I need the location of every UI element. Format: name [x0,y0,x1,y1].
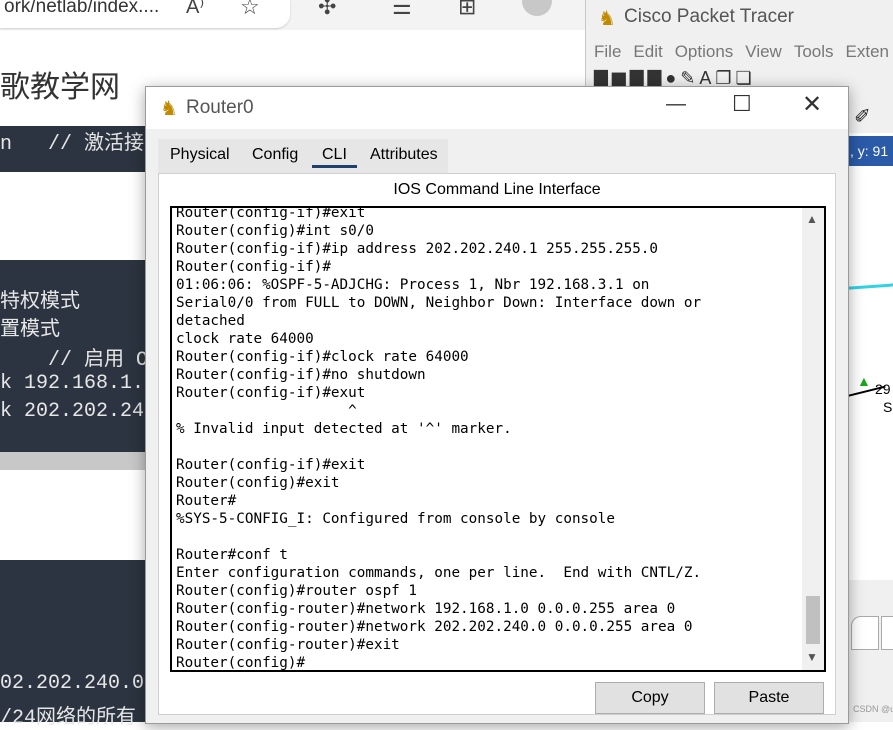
cli-line: Enter configuration commands, one per li… [176,565,702,581]
cli-line: clock rate 64000 [176,331,314,347]
menu-view[interactable]: View [745,42,782,61]
new-file-icon[interactable]: ▇ [594,68,612,88]
code-line: k 192.168.1. [0,372,145,395]
code-line: 02.202.240.0 [0,672,145,695]
cli-scrollbar[interactable]: ▲ ▼ [802,208,824,670]
topology-canvas[interactable]: ▲ 29 S [841,133,893,613]
window-title: Router0 [186,97,254,118]
code-line: 置模式 [0,319,60,342]
cli-line: % Invalid input detected at '^' marker. [176,421,512,437]
menu-bar: File Edit Options View Tools Exten [594,42,893,62]
open-folder-icon[interactable]: ▆ [612,68,630,88]
paste-button[interactable]: Paste [714,682,824,714]
tab-physical[interactable]: Physical [170,146,230,164]
menu-file[interactable]: File [594,42,621,61]
cli-line [176,528,792,546]
packet-tracer-logo-icon: ♞ [598,8,616,30]
cli-line: ^ [176,403,357,419]
scroll-down-icon[interactable]: ▼ [806,650,818,664]
scroll-up-icon[interactable]: ▲ [806,212,818,226]
cli-line: Router(config)# [176,655,306,671]
connection-type-icon[interactable] [851,616,879,650]
packet-tracer-logo-icon: ♞ [160,98,178,120]
cli-line: Router(config-if)#no shutdown [176,367,426,383]
code-line: k 202.202.24 [0,400,145,423]
panel-heading: IOS Command Line Interface [393,181,601,198]
code-line: // 启用 OS [0,349,161,372]
cli-line: Router(config)#router ospf 1 [176,583,418,599]
tab-config[interactable]: Config [252,146,298,164]
inspect-icon[interactable]: ✐ [854,104,871,129]
paste-icon[interactable]: ❏ [736,68,756,88]
coordinate-readout: , y: 91 [848,136,893,166]
menu-tools[interactable]: Tools [794,42,834,61]
site-title: 歌教学网 [0,71,120,104]
address-bar[interactable]: ork/netlab/index.... A⁾ ☆ [0,0,290,28]
favorites-icon[interactable]: ☰ [392,0,412,20]
cli-line: Router(config-if)#exit [176,206,366,221]
cli-line: Router# [176,493,237,509]
info-icon[interactable]: ● [665,68,680,88]
watermark: CSDN @une* [853,704,893,714]
profile-avatar[interactable] [522,0,552,16]
menu-extensions[interactable]: Exten [846,42,889,61]
minimize-icon[interactable]: — [666,93,686,116]
router0-titlebar[interactable]: ♞ Router0 — ☐ ✕ [146,87,848,129]
tab-bar: Physical Config CLI Attributes [158,139,448,173]
cli-line: Router(config-if)#clock rate 64000 [176,349,469,365]
cli-line: Router(config-router)#exit [176,637,400,653]
wizard-icon[interactable]: ✎ [680,68,699,88]
device-panel: CSDN @une* [849,580,893,722]
copy-icon[interactable]: ❐ [715,68,735,88]
cli-line: 01:06:06: %OSPF-5-ADJCHG: Process 1, Nbr… [176,277,650,293]
collections-icon[interactable]: ⊞ [458,0,476,20]
connection-type-icon[interactable] [881,616,893,650]
cli-line: detached [176,313,245,329]
code-line: /24网络的所有 [0,707,137,730]
cli-panel: IOS Command Line Interface Router(config… [158,173,836,715]
code-block-bottom: 02.202.240.0 /24网络的所有 [0,560,150,730]
cli-output[interactable]: Router(config-if)#exit Router(config)#int… [176,206,792,671]
print-icon[interactable]: ▇ [648,68,666,88]
tab-attributes[interactable]: Attributes [370,146,438,164]
device-label: 29 [875,381,891,397]
cli-line: %SYS-5-CONFIG_I: Configured from console… [176,511,615,527]
code-line: 特权模式 [0,291,80,314]
cli-line: Router(config-if)#ip address 202.202.240… [176,241,659,257]
horizontal-scrollbar[interactable] [0,452,150,470]
cli-line: Serial0/0 from FULL to DOWN, Neighbor Do… [176,295,702,311]
save-icon[interactable]: ▇ [630,68,648,88]
cli-line: Router(config)#int s0/0 [176,223,374,239]
menu-options[interactable]: Options [675,42,734,61]
close-icon[interactable]: ✕ [802,90,822,119]
link-status-icon: ▲ [857,373,871,389]
tab-cli[interactable]: CLI [312,146,357,168]
cable-line [848,283,893,290]
cli-line: Router#conf t [176,547,288,563]
cli-line: Router(config-if)#exut [176,385,366,401]
router0-window: ♞ Router0 — ☐ ✕ Physical Config CLI Attr… [145,86,849,724]
address-bar-text: ork/netlab/index.... [4,0,160,17]
cli-line: Router(config)#exit [176,475,340,491]
cli-line: Router(config-if)#exit [176,457,366,473]
add-favorite-icon[interactable]: ☆ [240,0,260,20]
cli-console[interactable]: Router(config-if)#exit Router(config)#int… [170,206,826,672]
extensions-icon[interactable]: ✣ [318,0,336,20]
cli-line: Router(config-if)# [176,259,331,275]
packet-tracer-title: Cisco Packet Tracer [624,6,794,27]
copy-button[interactable]: Copy [595,682,705,714]
device-sublabel: S [883,399,893,415]
code-line: n // 激活接 [0,133,145,156]
scroll-thumb[interactable] [806,596,820,644]
text-icon[interactable]: A [699,68,715,88]
read-aloud-icon[interactable]: A⁾ [186,0,204,19]
cli-line: Router(config-router)#network 192.168.1.… [176,601,676,617]
code-block-middle: 特权模式 置模式 // 启用 OS k 192.168.1. k 202.202… [0,260,160,452]
browser-toolbar: ork/netlab/index.... A⁾ ☆ ✣ ☰ ⊞ [0,0,585,30]
maximize-icon[interactable]: ☐ [732,91,752,117]
menu-edit[interactable]: Edit [633,42,662,61]
code-block-top: n // 激活接 [0,126,150,172]
cli-line [176,438,792,456]
cli-line: Router(config-router)#network 202.202.24… [176,619,693,635]
